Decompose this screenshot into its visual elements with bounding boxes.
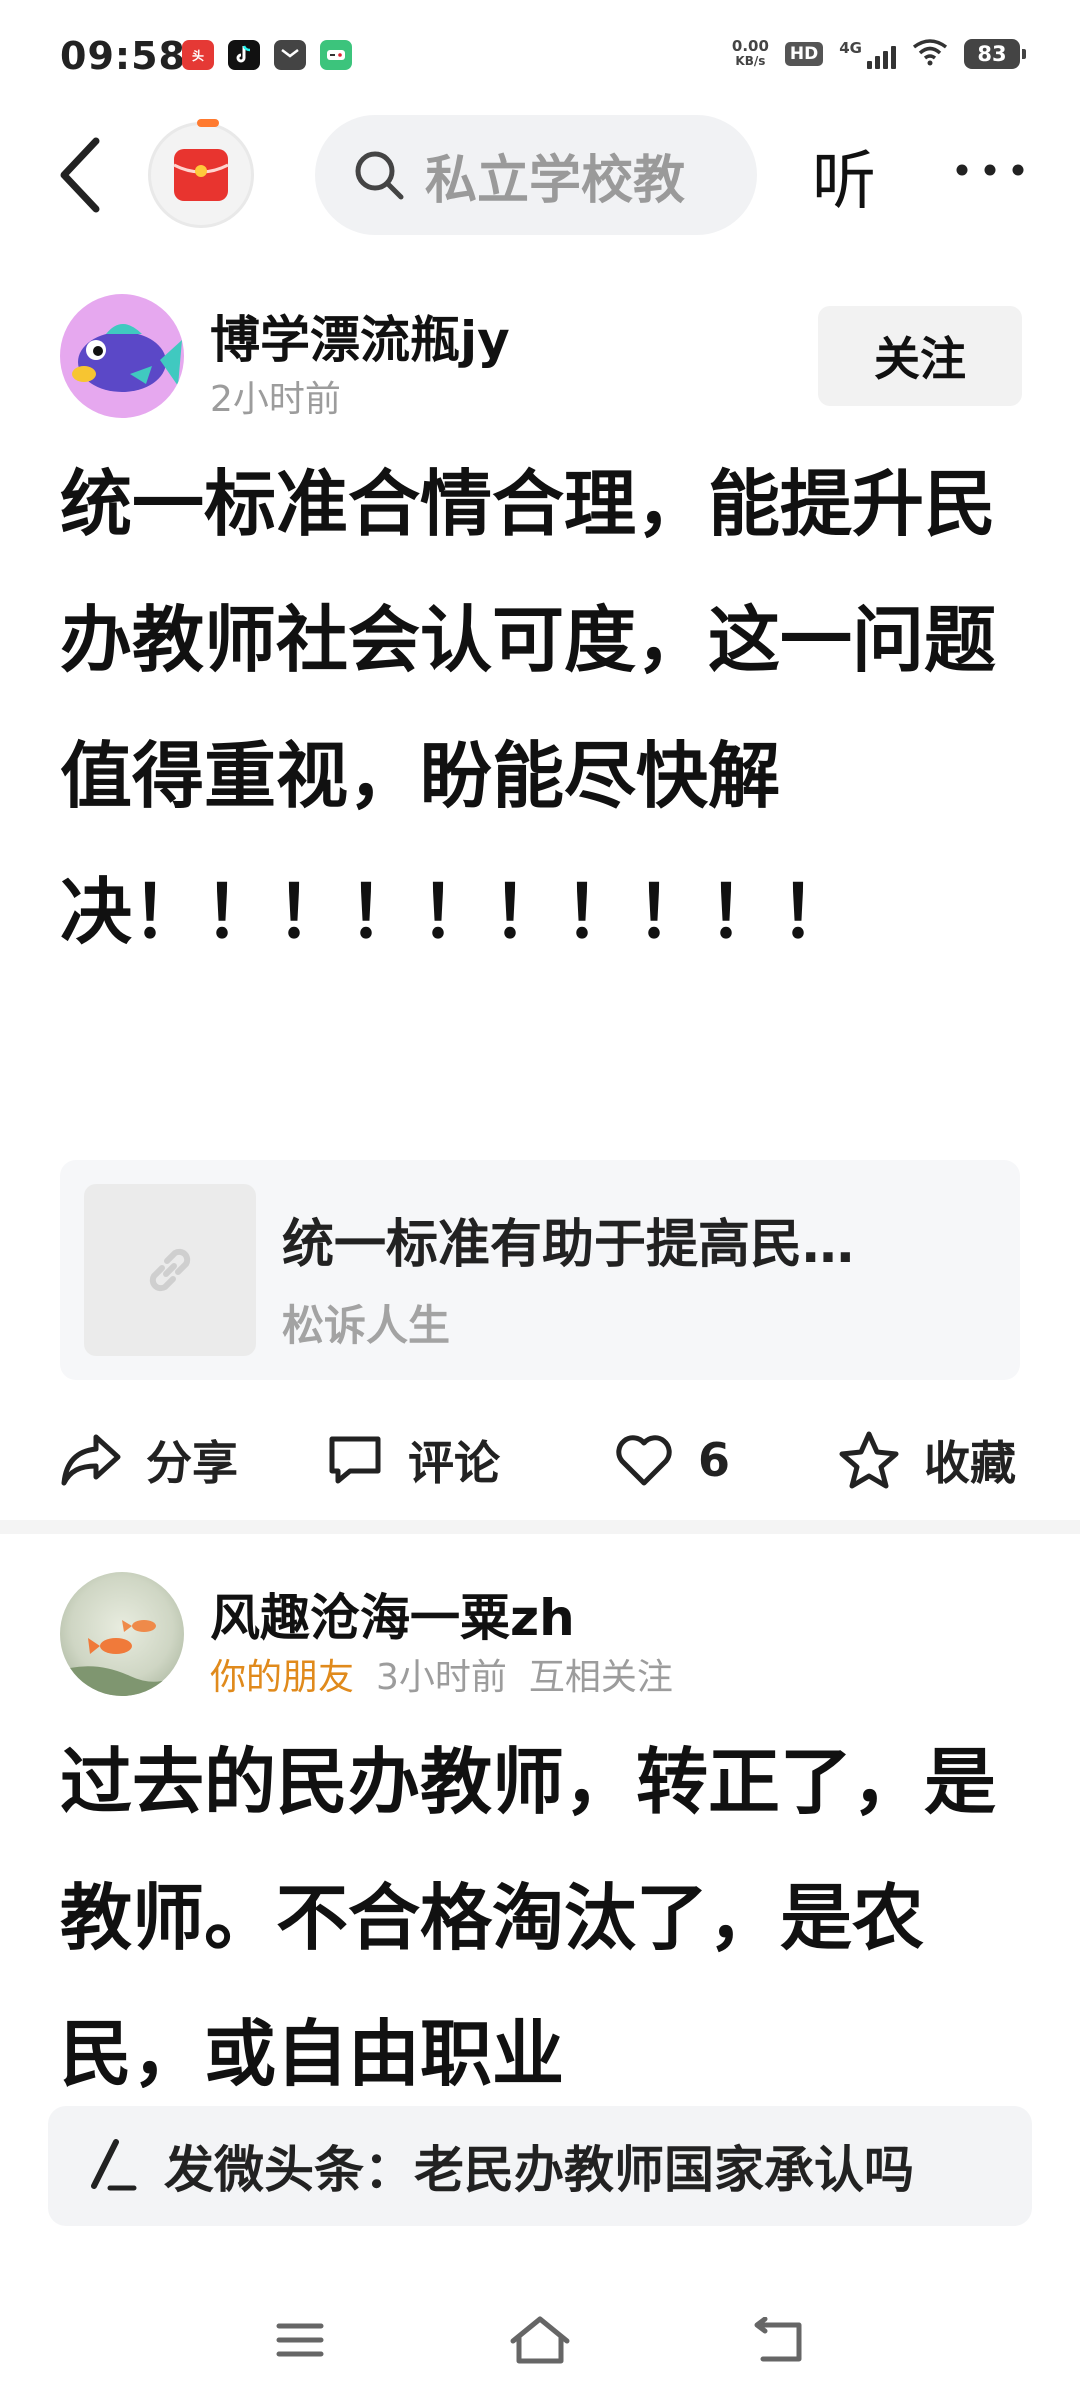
post-text[interactable]: 统一标准合情合理，能提升民办教师社会认可度，这一问题值得重视，盼能尽快解决！！！… bbox=[60, 436, 1020, 980]
back-button[interactable] bbox=[40, 130, 120, 220]
favorite-button[interactable]: 收藏 bbox=[838, 1410, 1016, 1510]
more-dots-icon bbox=[956, 164, 1024, 176]
avatar[interactable] bbox=[60, 1572, 184, 1696]
top-nav: 私立学校教 听 bbox=[0, 110, 1080, 240]
tiktok-icon bbox=[228, 40, 260, 70]
link-card[interactable]: 统一标准有助于提高民… 松诉人生 bbox=[60, 1160, 1020, 1380]
search-bar[interactable]: 私立学校教 bbox=[315, 115, 757, 235]
link-icon bbox=[149, 1248, 191, 1292]
pen-icon bbox=[91, 2139, 137, 2191]
friend-tag: 你的朋友 bbox=[210, 1657, 355, 1698]
compose-bar[interactable]: 发微头条：老民办教师国家承认吗 bbox=[48, 2106, 1032, 2226]
heart-icon bbox=[616, 1435, 672, 1486]
post-card[interactable]: 风趣沧海一粟zh 你的朋友 3小时前 互相关注 过去的民办教师，转正了，是教师。… bbox=[0, 1558, 1080, 2088]
author-name[interactable]: 博学漂流瓶jy bbox=[210, 300, 510, 372]
post-time: 3小时前 bbox=[376, 1657, 507, 1698]
toutiao-icon: 头 bbox=[182, 40, 214, 70]
share-icon bbox=[61, 1434, 121, 1486]
goldfish-avatar-icon bbox=[60, 1620, 184, 1696]
home-icon bbox=[510, 2316, 570, 2364]
post-time: 2小时前 bbox=[210, 379, 341, 420]
post-text[interactable]: 过去的民办教师，转正了，是教师。不合格淘汰了，是农民，或自由职业 bbox=[60, 1714, 1020, 2088]
menu-icon bbox=[276, 2323, 324, 2357]
menu-button[interactable] bbox=[265, 2310, 335, 2370]
compose-prompt: 发微头条：老民办教师国家承认吗 bbox=[164, 2141, 914, 2199]
fish-avatar-icon bbox=[72, 324, 182, 392]
post-meta: 你的朋友 3小时前 互相关注 bbox=[210, 1648, 673, 1700]
post-divider bbox=[0, 1520, 1080, 1534]
game-icon bbox=[320, 40, 352, 70]
back-gesture-button[interactable] bbox=[745, 2310, 815, 2370]
comment-button[interactable]: 评论 bbox=[326, 1410, 500, 1510]
signal-icon: 4G bbox=[839, 39, 896, 69]
battery-icon: 83 bbox=[964, 39, 1026, 69]
wifi-icon bbox=[912, 38, 948, 70]
net-speed: 0.00 KB/s bbox=[731, 37, 769, 69]
post-meta: 2小时前 bbox=[210, 370, 341, 422]
link-thumbnail bbox=[84, 1184, 256, 1356]
mail-icon bbox=[274, 40, 306, 70]
more-options-button[interactable] bbox=[950, 130, 1030, 210]
home-button[interactable] bbox=[505, 2310, 575, 2370]
like-button[interactable]: 6 bbox=[614, 1410, 730, 1510]
return-icon bbox=[754, 2317, 802, 2362]
post-card[interactable]: 博学漂流瓶jy 2小时前 关注 统一标准合情合理，能提升民办教师社会认可度，这一… bbox=[0, 280, 1080, 1490]
like-count: 6 bbox=[698, 1433, 731, 1487]
search-icon bbox=[355, 151, 404, 200]
logo-ring bbox=[197, 119, 219, 127]
listen-button[interactable]: 听 bbox=[812, 130, 876, 222]
post-header: 博学漂流瓶jy 2小时前 关注 bbox=[0, 280, 1080, 420]
link-title: 统一标准有助于提高民… bbox=[282, 1215, 855, 1275]
relation-tag: 互相关注 bbox=[528, 1657, 673, 1698]
link-source: 松诉人生 bbox=[282, 1301, 451, 1350]
avatar[interactable] bbox=[60, 294, 184, 418]
status-indicators: 0.00 KB/s HD 4G 83 bbox=[731, 37, 1026, 70]
comment-icon bbox=[329, 1436, 381, 1484]
star-icon bbox=[839, 1431, 899, 1489]
system-nav-bar bbox=[0, 2290, 1080, 2380]
author-name[interactable]: 风趣沧海一粟zh bbox=[210, 1578, 575, 1650]
red-envelope-icon bbox=[173, 149, 229, 201]
status-bar: 09:58 头 0.00 KB/s HD 4G 83 bbox=[0, 0, 1080, 110]
share-button[interactable]: 分享 bbox=[60, 1410, 238, 1510]
search-query: 私立学校教 bbox=[425, 150, 686, 211]
chevron-left-icon bbox=[60, 137, 100, 213]
post-action-bar: 分享 评论 6 收藏 bbox=[0, 1410, 1080, 1510]
status-app-icons: 头 bbox=[182, 40, 352, 70]
follow-button[interactable]: 关注 bbox=[818, 306, 1022, 406]
app-logo-button[interactable] bbox=[148, 119, 254, 228]
post-header: 风趣沧海一粟zh 你的朋友 3小时前 互相关注 bbox=[0, 1558, 1080, 1698]
status-time: 09:58 bbox=[60, 34, 186, 78]
hd-badge: HD bbox=[784, 42, 824, 66]
